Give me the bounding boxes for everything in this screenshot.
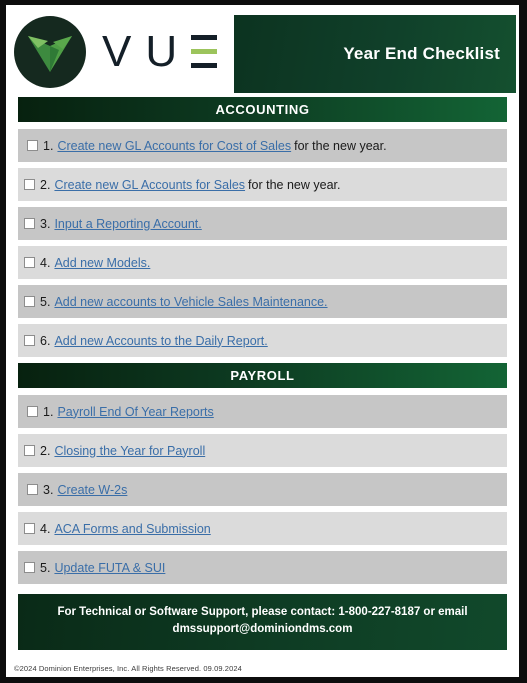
item-tail-text: for the new year.: [248, 177, 341, 192]
section-header-accounting: ACCOUNTING: [18, 97, 507, 122]
checklist-item[interactable]: 2. Create new GL Accounts for Sales for …: [18, 168, 507, 201]
wordmark-letter-v: V: [102, 27, 132, 76]
checklist-page: V U Year End Checklist ACCOUNTING 1. Cre…: [6, 5, 519, 677]
checklist-item[interactable]: 1. Create new GL Accounts for Cost of Sa…: [18, 129, 507, 162]
checkbox-icon[interactable]: [24, 335, 35, 346]
copyright-notice: ©2024 Dominion Enterprises, Inc. All Rig…: [14, 664, 242, 673]
item-link[interactable]: Payroll End Of Year Reports: [57, 405, 213, 419]
item-link[interactable]: Create new GL Accounts for Cost of Sales: [57, 139, 291, 153]
checklist-item[interactable]: 4. ACA Forms and Submission: [18, 512, 507, 545]
item-number: 5.: [40, 560, 51, 575]
item-link[interactable]: Add new accounts to Vehicle Sales Mainte…: [54, 295, 327, 309]
item-number: 4.: [40, 255, 51, 270]
checklist-item[interactable]: 2. Closing the Year for Payroll: [18, 434, 507, 467]
page-header: V U Year End Checklist: [6, 5, 519, 97]
support-banner: For Technical or Software Support, pleas…: [18, 594, 507, 650]
item-number: 2.: [40, 177, 51, 192]
support-email[interactable]: dmssupport@dominiondms.com: [24, 621, 501, 638]
item-link[interactable]: Add new Accounts to the Daily Report.: [54, 334, 267, 348]
item-link[interactable]: Add new Models.: [54, 256, 150, 270]
checkbox-icon[interactable]: [27, 140, 38, 151]
item-tail-text: for the new year.: [294, 138, 387, 153]
wordmark-letter-u: U: [145, 27, 178, 76]
item-link[interactable]: Create W-2s: [57, 483, 127, 497]
item-link[interactable]: Closing the Year for Payroll: [54, 444, 205, 458]
item-number: 3.: [43, 482, 54, 497]
wordmark-letter-e: [191, 35, 218, 69]
checkbox-icon[interactable]: [24, 218, 35, 229]
item-link[interactable]: Create new GL Accounts for Sales: [54, 178, 245, 192]
checkbox-icon[interactable]: [24, 296, 35, 307]
section-header-payroll: PAYROLL: [18, 363, 507, 388]
checklist-item[interactable]: 1. Payroll End Of Year Reports: [18, 395, 507, 428]
vue-wordmark: V U: [102, 27, 218, 76]
checklist-item[interactable]: 3. Create W-2s: [18, 473, 507, 506]
item-number: 1.: [43, 404, 54, 419]
item-link[interactable]: Input a Reporting Account.: [54, 217, 201, 231]
checkbox-icon[interactable]: [27, 484, 38, 495]
item-number: 5.: [40, 294, 51, 309]
item-link[interactable]: Update FUTA & SUI: [54, 561, 165, 575]
checklist-item[interactable]: 3. Input a Reporting Account.: [18, 207, 507, 240]
checkbox-icon[interactable]: [27, 406, 38, 417]
checkbox-icon[interactable]: [24, 523, 35, 534]
checklist-item[interactable]: 5. Add new accounts to Vehicle Sales Mai…: [18, 285, 507, 318]
checkbox-icon[interactable]: [24, 179, 35, 190]
vue-v-logo-icon: [14, 16, 86, 88]
item-number: 1.: [43, 138, 54, 153]
checklist-item[interactable]: 4. Add new Models.: [18, 246, 507, 279]
item-link[interactable]: ACA Forms and Submission: [54, 522, 210, 536]
brand-lockup: V U: [14, 13, 218, 91]
page-title: Year End Checklist: [343, 44, 500, 63]
item-number: 4.: [40, 521, 51, 536]
support-line-1: For Technical or Software Support, pleas…: [57, 606, 468, 618]
item-number: 3.: [40, 216, 51, 231]
checkbox-icon[interactable]: [24, 562, 35, 573]
title-banner: Year End Checklist: [234, 15, 516, 93]
checkbox-icon[interactable]: [24, 445, 35, 456]
checkbox-icon[interactable]: [24, 257, 35, 268]
item-number: 2.: [40, 443, 51, 458]
checklist-item[interactable]: 6. Add new Accounts to the Daily Report.: [18, 324, 507, 357]
checklist-content: ACCOUNTING 1. Create new GL Accounts for…: [6, 97, 519, 584]
checklist-item[interactable]: 5. Update FUTA & SUI: [18, 551, 507, 584]
item-number: 6.: [40, 333, 51, 348]
